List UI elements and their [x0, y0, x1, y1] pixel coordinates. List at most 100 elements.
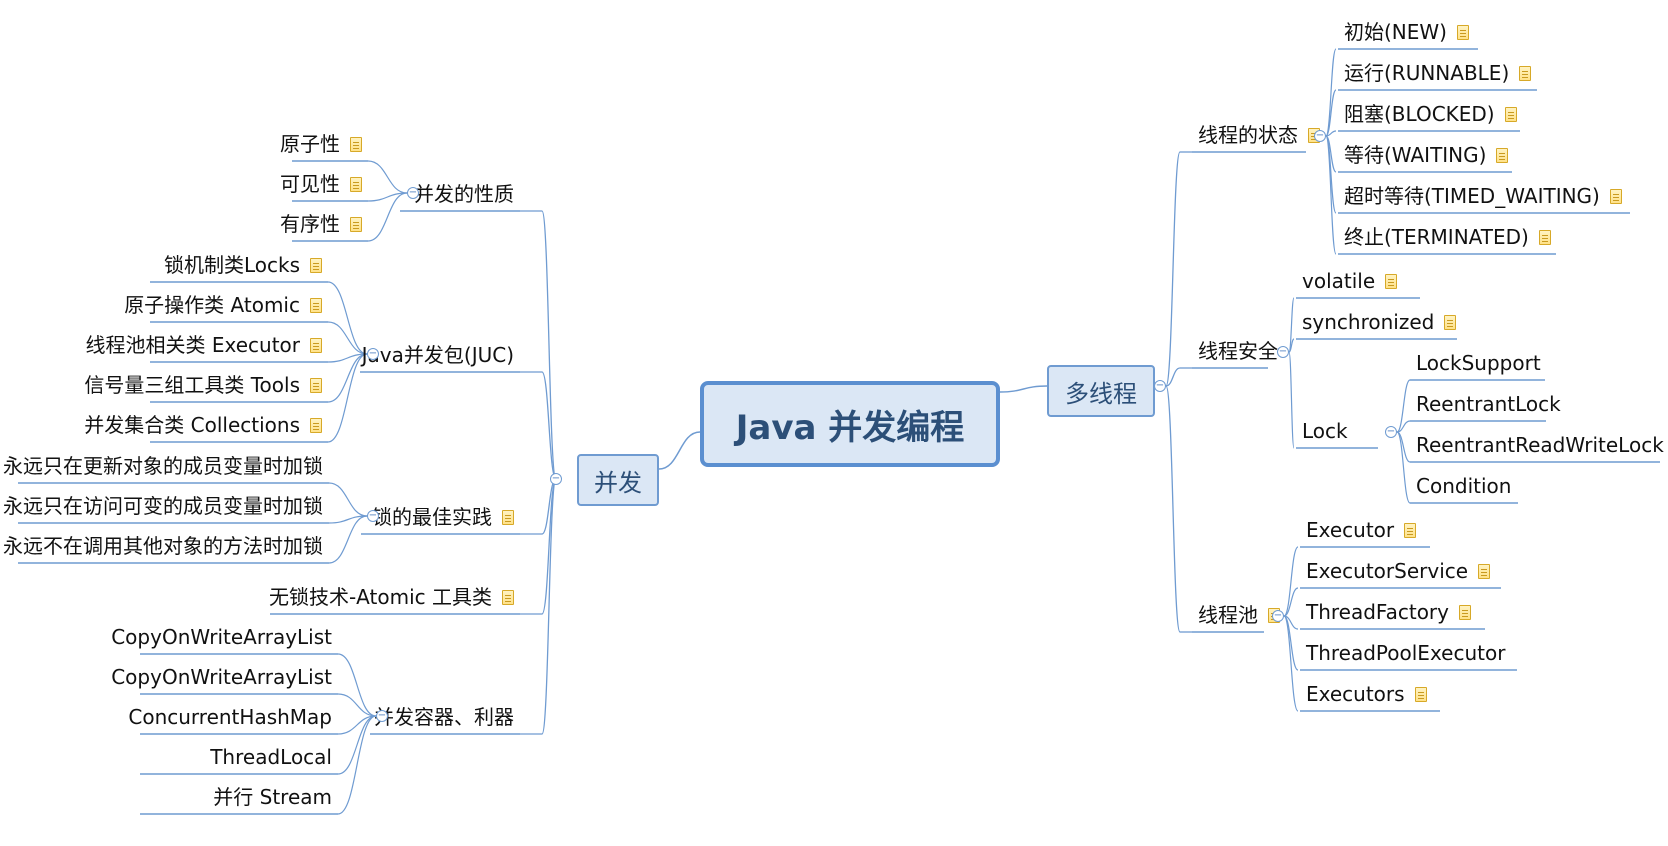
- central-topic[interactable]: Java 并发编程: [700, 381, 1000, 467]
- mt-group-0-item-2-label: 阻塞(BLOCKED): [1344, 102, 1495, 126]
- group-4-item-2-label: ConcurrentHashMap: [128, 705, 332, 729]
- collapse-toggle-icon[interactable]: −: [1154, 380, 1166, 392]
- mt-group-2[interactable]: 线程池: [1198, 605, 1280, 625]
- note-icon[interactable]: [502, 589, 514, 605]
- note-icon[interactable]: [350, 136, 362, 152]
- note-icon[interactable]: [1385, 273, 1398, 289]
- lock-item-2-label: ReentrantReadWriteLock: [1416, 433, 1664, 457]
- group-0-item-1[interactable]: 可见性: [280, 174, 362, 194]
- mt-group-0-item-1[interactable]: 运行(RUNNABLE): [1344, 61, 1532, 85]
- group-4-item-2[interactable]: ConcurrentHashMap: [128, 707, 332, 727]
- lock-item-1-label: ReentrantLock: [1416, 392, 1561, 416]
- connector-line: [1396, 431, 1411, 504]
- note-icon[interactable]: [310, 377, 322, 393]
- group-2-item-2[interactable]: 永远不在调用其他对象的方法时加锁: [3, 536, 323, 556]
- group-2-item-1[interactable]: 永远只在访问可变的成员变量时加锁: [3, 496, 323, 516]
- note-icon[interactable]: [310, 257, 322, 273]
- group-0-item-2-label: 有序性: [280, 212, 340, 236]
- note-icon[interactable]: [310, 297, 322, 313]
- mt-group-2-item-4[interactable]: Executors: [1306, 684, 1427, 704]
- mt-group-0-item-0[interactable]: 初始(NEW): [1344, 22, 1469, 42]
- mind-map-canvas: Java 并发编程 并发 多线程 − 并发的性质 − 原子性 可见性 有序性 Java并发包…: [0, 0, 1668, 846]
- group-4-item-3[interactable]: ThreadLocal: [210, 747, 332, 767]
- collapse-toggle-icon[interactable]: −: [1277, 346, 1289, 358]
- note-icon[interactable]: [350, 176, 362, 192]
- group-4-item-0[interactable]: CopyOnWriteArrayList: [111, 627, 332, 647]
- group-2[interactable]: 锁的最佳实践: [372, 507, 514, 527]
- group-0[interactable]: 并发的性质: [414, 184, 514, 204]
- lock-item-2[interactable]: ReentrantReadWriteLock: [1416, 435, 1664, 455]
- group-4[interactable]: 并发容器、利器: [374, 707, 514, 727]
- connector-line: [1165, 385, 1181, 633]
- note-icon[interactable]: [350, 216, 362, 232]
- mt-group-1-item-1-label: synchronized: [1302, 310, 1435, 334]
- mt-group-0-item-2[interactable]: 阻塞(BLOCKED): [1344, 104, 1517, 124]
- main-topic-concurrency[interactable]: 并发: [577, 454, 659, 506]
- lock-item-3[interactable]: Condition: [1416, 476, 1511, 496]
- mt-group-1-item-1[interactable]: synchronized: [1302, 310, 1457, 334]
- group-4-item-4-label: 并行 Stream: [213, 785, 332, 809]
- collapse-toggle-icon[interactable]: −: [407, 187, 419, 199]
- lock-item-1[interactable]: ReentrantLock: [1416, 394, 1561, 414]
- group-3[interactable]: 无锁技术-Atomic 工具类: [269, 587, 514, 607]
- note-icon[interactable]: [502, 509, 514, 525]
- note-icon[interactable]: [1456, 24, 1469, 40]
- collapse-toggle-icon[interactable]: −: [367, 510, 379, 522]
- group-2-item-0[interactable]: 永远只在更新对象的成员变量时加锁: [3, 456, 323, 476]
- mt-group-2-item-1-label: ExecutorService: [1306, 559, 1469, 583]
- lock-item-3-label: Condition: [1416, 474, 1512, 498]
- mt-group-2-item-2-label: ThreadFactory: [1306, 600, 1449, 624]
- collapse-toggle-icon[interactable]: −: [376, 710, 388, 722]
- group-4-item-1[interactable]: CopyOnWriteArrayList: [111, 667, 332, 687]
- mt-group-0-item-3[interactable]: 等待(WAITING): [1344, 143, 1509, 167]
- connector-line: [658, 431, 701, 470]
- note-icon[interactable]: [310, 337, 322, 353]
- group-4-item-3-label: ThreadLocal: [210, 745, 332, 769]
- group-1[interactable]: Java并发包(JUC): [362, 345, 514, 365]
- group-1-item-3[interactable]: 信号量三组工具类 Tools: [84, 375, 322, 395]
- mt-group-2-item-1[interactable]: ExecutorService: [1306, 559, 1491, 583]
- group-1-item-2[interactable]: 线程池相关类 Executor: [86, 335, 322, 355]
- group-4-item-1-label: CopyOnWriteArrayList: [111, 665, 332, 689]
- mt-group-0-item-1-label: 运行(RUNNABLE): [1344, 61, 1510, 85]
- note-icon[interactable]: [310, 417, 322, 433]
- note-icon[interactable]: [1404, 522, 1417, 538]
- mt-group-0[interactable]: 线程的状态: [1198, 125, 1320, 145]
- mt-group-1-item-2[interactable]: Lock: [1302, 421, 1348, 441]
- note-icon[interactable]: [1538, 229, 1551, 245]
- mt-group-2-item-0[interactable]: Executor: [1306, 520, 1417, 540]
- collapse-toggle-icon[interactable]: −: [550, 473, 562, 485]
- collapse-toggle-icon[interactable]: −: [1385, 426, 1397, 438]
- note-icon[interactable]: [1444, 314, 1457, 330]
- group-1-item-1[interactable]: 原子操作类 Atomic: [124, 295, 322, 315]
- lock-item-0[interactable]: LockSupport: [1416, 353, 1541, 373]
- mt-group-0-item-4[interactable]: 超时等待(TIMED_WAITING): [1344, 186, 1622, 206]
- mt-group-2-item-3[interactable]: ThreadPoolExecutor: [1306, 643, 1505, 663]
- group-1-item-1-label: 原子操作类 Atomic: [124, 293, 300, 317]
- note-icon[interactable]: [1519, 65, 1532, 81]
- mt-group-1[interactable]: 线程安全: [1198, 341, 1278, 361]
- connector-line: [999, 385, 1048, 393]
- group-1-item-0[interactable]: 锁机制类Locks: [164, 255, 322, 275]
- mt-group-1-item-0-label: volatile: [1302, 269, 1376, 293]
- note-icon[interactable]: [1414, 686, 1427, 702]
- mt-group-0-item-5[interactable]: 终止(TERMINATED): [1344, 227, 1551, 247]
- note-icon[interactable]: [1459, 604, 1471, 620]
- mt-group-2-item-2[interactable]: ThreadFactory: [1306, 602, 1471, 622]
- main-topic-multithreading[interactable]: 多线程: [1047, 365, 1155, 417]
- mt-group-1-item-0[interactable]: volatile: [1302, 269, 1398, 293]
- note-icon[interactable]: [1609, 188, 1622, 204]
- group-4-item-4[interactable]: 并行 Stream: [213, 787, 332, 807]
- group-0-item-2[interactable]: 有序性: [280, 214, 362, 234]
- collapse-toggle-icon[interactable]: −: [1314, 130, 1326, 142]
- group-2-label: 锁的最佳实践: [372, 505, 492, 529]
- note-icon[interactable]: [1504, 106, 1517, 122]
- mt-group-0-item-3-label: 等待(WAITING): [1344, 143, 1487, 167]
- collapse-toggle-icon[interactable]: −: [367, 348, 379, 360]
- note-icon[interactable]: [1478, 563, 1491, 579]
- group-0-item-0[interactable]: 原子性: [280, 134, 362, 154]
- connector-line: [1396, 379, 1411, 433]
- group-1-item-4[interactable]: 并发集合类 Collections: [84, 415, 322, 435]
- note-icon[interactable]: [1496, 147, 1509, 163]
- collapse-toggle-icon[interactable]: −: [1272, 610, 1284, 622]
